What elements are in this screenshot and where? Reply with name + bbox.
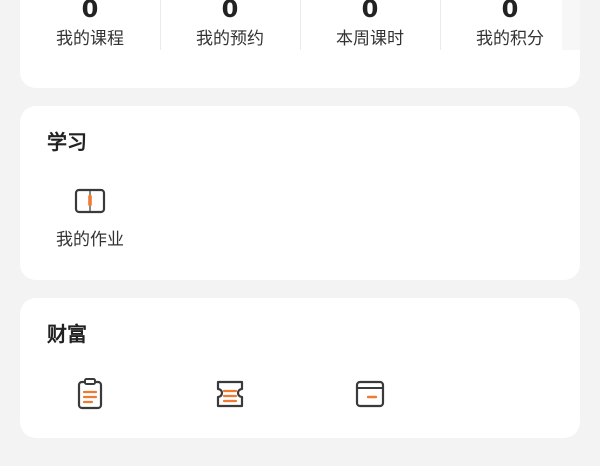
- study-card: 学习 我的作业: [20, 106, 580, 280]
- stat-value: 0: [221, 0, 239, 23]
- stat-value: 0: [81, 0, 99, 23]
- ticket-icon: [216, 380, 244, 408]
- stat-label: 本周课时: [336, 29, 404, 49]
- stat-value: 0: [361, 0, 379, 23]
- stat-weekly-hours[interactable]: 0 本周课时: [300, 0, 440, 68]
- stat-label: 我的积分: [476, 29, 544, 49]
- stat-my-bookings[interactable]: 0 我的预约: [160, 0, 300, 68]
- wealth-item-1[interactable]: [40, 376, 140, 466]
- stat-my-points[interactable]: 0 我的积分: [440, 0, 580, 68]
- stat-label: 我的课程: [56, 29, 124, 49]
- section-title-wealth: 财富: [47, 322, 87, 346]
- wealth-card: 财富: [20, 298, 580, 438]
- open-book-icon: [74, 188, 106, 214]
- wealth-item-2[interactable]: [180, 376, 280, 466]
- section-title-study: 学习: [47, 130, 87, 154]
- card-window-icon: [355, 380, 385, 408]
- clipboard-icon: [77, 378, 103, 410]
- stats-row: 0 我的课程 0 我的预约 0 本周课时 0 我的积分: [20, 0, 580, 68]
- homework-label: 我的作业: [56, 230, 124, 250]
- stats-card: 0 我的课程 0 我的预约 0 本周课时 0 我的积分: [20, 0, 580, 88]
- homework-entry[interactable]: 我的作业: [40, 184, 140, 274]
- stat-my-courses[interactable]: 0 我的课程: [20, 0, 160, 68]
- scroll-edge: [562, 0, 580, 50]
- stat-label: 我的预约: [196, 29, 264, 49]
- stat-value: 0: [501, 0, 519, 23]
- wealth-item-3[interactable]: [320, 376, 420, 466]
